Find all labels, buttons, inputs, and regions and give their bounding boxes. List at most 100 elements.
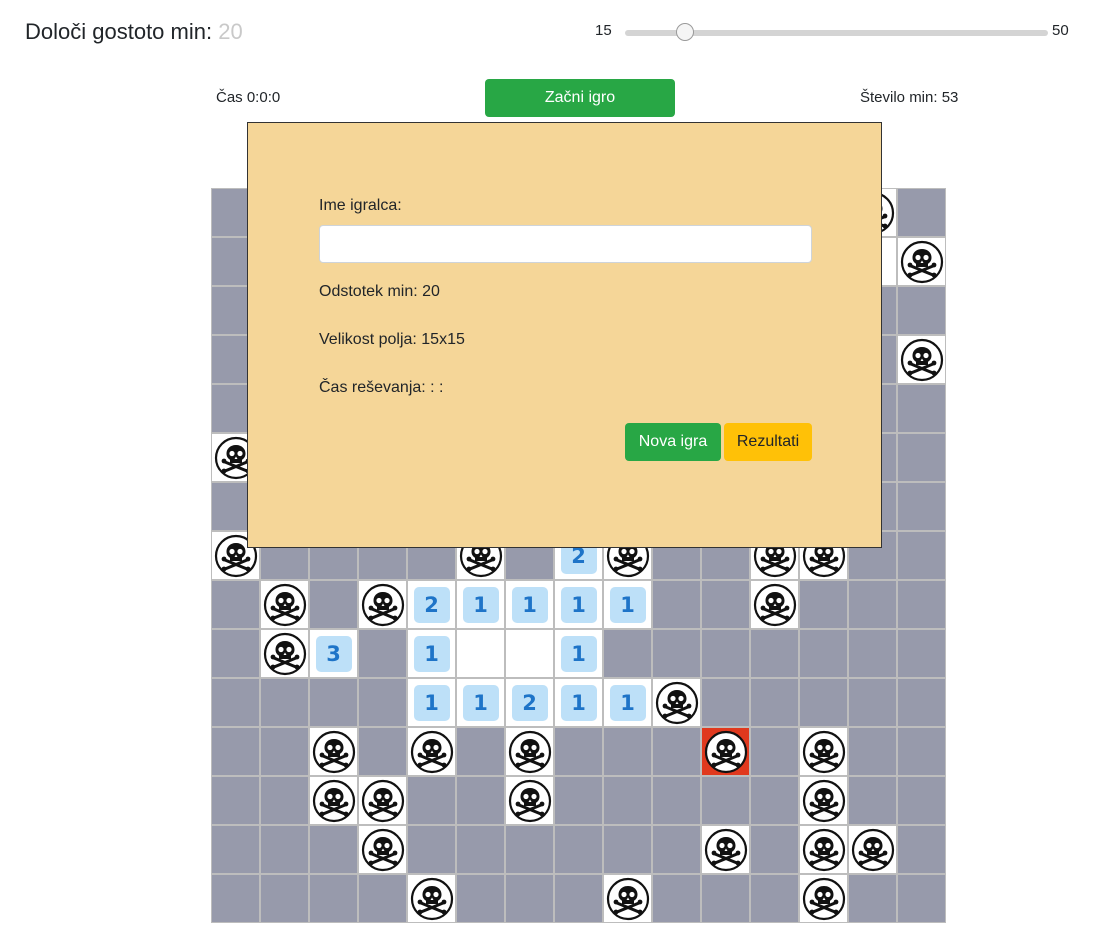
board-cell-covered[interactable] bbox=[750, 678, 799, 727]
board-cell-number[interactable]: 1 bbox=[456, 678, 505, 727]
board-cell-covered[interactable] bbox=[799, 678, 848, 727]
board-cell-covered[interactable] bbox=[603, 629, 652, 678]
board-cell-mine[interactable] bbox=[358, 580, 407, 629]
board-cell-mine[interactable] bbox=[848, 825, 897, 874]
board-cell-covered[interactable] bbox=[309, 580, 358, 629]
board-cell-covered[interactable] bbox=[211, 678, 260, 727]
board-cell-covered[interactable] bbox=[848, 874, 897, 923]
board-cell-covered[interactable] bbox=[897, 188, 946, 237]
board-cell-number[interactable]: 1 bbox=[554, 629, 603, 678]
board-cell-covered[interactable] bbox=[358, 678, 407, 727]
board-cell-covered[interactable] bbox=[897, 482, 946, 531]
board-cell-covered[interactable] bbox=[260, 874, 309, 923]
board-cell-covered[interactable] bbox=[260, 678, 309, 727]
board-cell-covered[interactable] bbox=[897, 727, 946, 776]
player-name-input[interactable] bbox=[319, 225, 812, 263]
board-cell-covered[interactable] bbox=[211, 580, 260, 629]
board-cell-covered[interactable] bbox=[897, 384, 946, 433]
board-cell-number[interactable]: 1 bbox=[603, 580, 652, 629]
board-cell-covered[interactable] bbox=[701, 776, 750, 825]
board-cell-covered[interactable] bbox=[701, 678, 750, 727]
board-cell-covered[interactable] bbox=[260, 825, 309, 874]
board-cell-covered[interactable] bbox=[652, 580, 701, 629]
board-cell-covered[interactable] bbox=[554, 776, 603, 825]
board-cell-number[interactable]: 3 bbox=[309, 629, 358, 678]
board-cell-mine[interactable] bbox=[309, 776, 358, 825]
board-cell-mine[interactable] bbox=[799, 825, 848, 874]
board-cell-mine[interactable] bbox=[652, 678, 701, 727]
board-cell-covered[interactable] bbox=[750, 629, 799, 678]
board-cell-covered[interactable] bbox=[456, 776, 505, 825]
board-cell-mine[interactable] bbox=[407, 874, 456, 923]
board-cell-number[interactable]: 2 bbox=[505, 678, 554, 727]
board-cell-covered[interactable] bbox=[211, 825, 260, 874]
board-cell-number[interactable]: 2 bbox=[407, 580, 456, 629]
board-cell-number[interactable]: 1 bbox=[505, 580, 554, 629]
board-cell-covered[interactable] bbox=[505, 825, 554, 874]
board-cell-empty[interactable] bbox=[456, 629, 505, 678]
board-cell-covered[interactable] bbox=[358, 629, 407, 678]
board-cell-covered[interactable] bbox=[211, 874, 260, 923]
board-cell-covered[interactable] bbox=[701, 580, 750, 629]
board-cell-mine[interactable] bbox=[701, 825, 750, 874]
board-cell-covered[interactable] bbox=[260, 776, 309, 825]
board-cell-covered[interactable] bbox=[603, 825, 652, 874]
board-cell-covered[interactable] bbox=[897, 629, 946, 678]
board-cell-covered[interactable] bbox=[848, 580, 897, 629]
board-cell-covered[interactable] bbox=[456, 727, 505, 776]
board-cell-mine[interactable] bbox=[260, 629, 309, 678]
board-cell-covered[interactable] bbox=[701, 629, 750, 678]
board-cell-exploded-mine[interactable] bbox=[701, 727, 750, 776]
board-cell-covered[interactable] bbox=[750, 874, 799, 923]
board-cell-covered[interactable] bbox=[603, 776, 652, 825]
board-cell-covered[interactable] bbox=[309, 874, 358, 923]
board-cell-number[interactable]: 1 bbox=[554, 580, 603, 629]
board-cell-covered[interactable] bbox=[750, 727, 799, 776]
board-cell-covered[interactable] bbox=[848, 678, 897, 727]
board-cell-covered[interactable] bbox=[456, 874, 505, 923]
board-cell-covered[interactable] bbox=[456, 825, 505, 874]
board-cell-covered[interactable] bbox=[358, 727, 407, 776]
board-cell-covered[interactable] bbox=[897, 580, 946, 629]
board-cell-number[interactable]: 1 bbox=[603, 678, 652, 727]
board-cell-covered[interactable] bbox=[358, 874, 407, 923]
board-cell-covered[interactable] bbox=[897, 825, 946, 874]
board-cell-covered[interactable] bbox=[652, 629, 701, 678]
board-cell-number[interactable]: 1 bbox=[554, 678, 603, 727]
board-cell-mine[interactable] bbox=[505, 776, 554, 825]
board-cell-mine[interactable] bbox=[358, 825, 407, 874]
start-game-button[interactable]: Začni igro bbox=[485, 79, 675, 117]
board-cell-covered[interactable] bbox=[554, 825, 603, 874]
board-cell-mine[interactable] bbox=[260, 580, 309, 629]
board-cell-covered[interactable] bbox=[897, 776, 946, 825]
board-cell-covered[interactable] bbox=[309, 825, 358, 874]
board-cell-mine[interactable] bbox=[799, 776, 848, 825]
board-cell-covered[interactable] bbox=[211, 776, 260, 825]
board-cell-mine[interactable] bbox=[897, 237, 946, 286]
board-cell-number[interactable]: 1 bbox=[407, 629, 456, 678]
board-cell-covered[interactable] bbox=[407, 825, 456, 874]
board-cell-covered[interactable] bbox=[701, 874, 750, 923]
board-cell-empty[interactable] bbox=[505, 629, 554, 678]
board-cell-covered[interactable] bbox=[211, 727, 260, 776]
board-cell-covered[interactable] bbox=[554, 727, 603, 776]
board-cell-number[interactable]: 1 bbox=[407, 678, 456, 727]
board-cell-covered[interactable] bbox=[407, 776, 456, 825]
board-cell-covered[interactable] bbox=[750, 825, 799, 874]
board-cell-mine[interactable] bbox=[505, 727, 554, 776]
board-cell-covered[interactable] bbox=[848, 727, 897, 776]
board-cell-mine[interactable] bbox=[358, 776, 407, 825]
board-cell-covered[interactable] bbox=[799, 629, 848, 678]
density-slider[interactable]: 15 50 bbox=[595, 18, 1075, 48]
slider-thumb[interactable] bbox=[676, 23, 695, 41]
board-cell-mine[interactable] bbox=[799, 727, 848, 776]
board-cell-covered[interactable] bbox=[505, 874, 554, 923]
new-game-button[interactable]: Nova igra bbox=[625, 423, 721, 461]
board-cell-covered[interactable] bbox=[897, 874, 946, 923]
board-cell-covered[interactable] bbox=[652, 776, 701, 825]
board-cell-mine[interactable] bbox=[603, 874, 652, 923]
board-cell-number[interactable]: 1 bbox=[456, 580, 505, 629]
board-cell-covered[interactable] bbox=[799, 580, 848, 629]
board-cell-covered[interactable] bbox=[652, 825, 701, 874]
board-cell-covered[interactable] bbox=[603, 727, 652, 776]
